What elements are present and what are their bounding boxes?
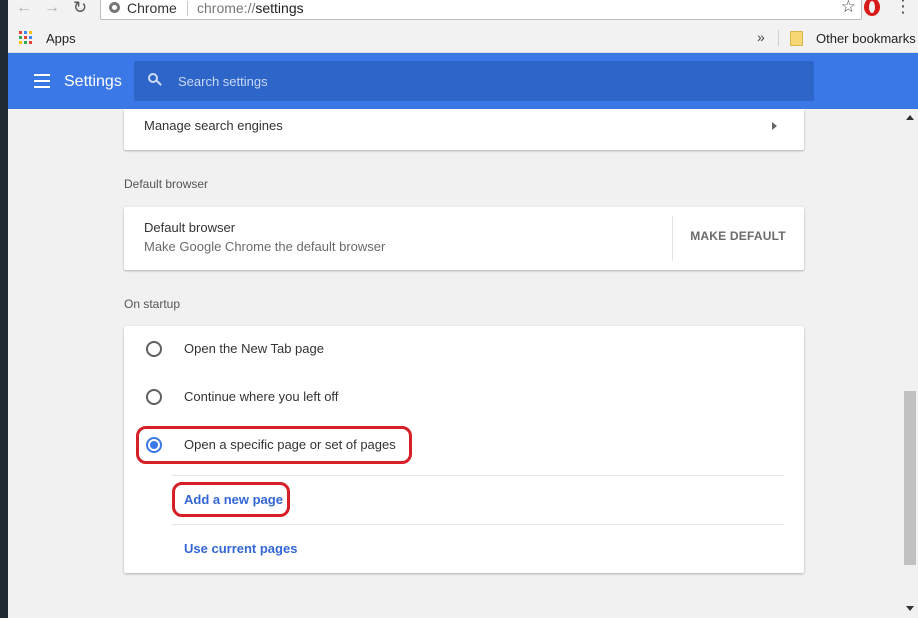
reload-icon[interactable]: ↻	[70, 0, 90, 18]
address-url[interactable]: chrome://settings	[197, 0, 304, 16]
browser-window: ← → ↻ Chrome chrome://settings ☆ ⋮ Apps …	[8, 0, 918, 618]
chrome-page-icon	[109, 2, 120, 13]
url-scheme: chrome://	[197, 0, 256, 16]
page-title: Settings	[64, 73, 122, 90]
hamburger-menu-icon[interactable]	[34, 74, 50, 88]
forward-arrow-icon[interactable]: →	[42, 0, 62, 18]
section-title-on-startup: On startup	[124, 297, 181, 311]
address-separator	[187, 1, 188, 16]
search-engine-card: Manage search engines	[124, 109, 804, 150]
browser-toolbar: ← → ↻ Chrome chrome://settings ☆ ⋮	[8, 0, 918, 22]
section-title-default-browser: Default browser	[124, 177, 209, 191]
divider	[172, 524, 784, 525]
more-menu-icon[interactable]: ⋮	[894, 0, 912, 15]
back-arrow-icon[interactable]: ←	[14, 0, 34, 18]
folder-icon	[790, 31, 803, 46]
search-box[interactable]	[134, 61, 814, 101]
radio-button[interactable]	[146, 389, 162, 405]
address-bar[interactable]: Chrome chrome://settings ☆	[100, 0, 862, 20]
url-path: settings	[255, 0, 304, 16]
startup-option-label: Open the New Tab page	[184, 341, 324, 356]
radio-button[interactable]	[146, 341, 162, 357]
scrollbar[interactable]	[903, 109, 918, 618]
bookmark-other-bookmarks[interactable]: Other bookmarks	[816, 31, 916, 46]
opera-extension-icon[interactable]	[864, 0, 880, 16]
manage-search-engines-row[interactable]: Manage search engines	[124, 109, 804, 150]
startup-option-continue[interactable]: Continue where you left off	[124, 380, 804, 420]
divider	[172, 475, 784, 476]
scroll-up-arrow-icon[interactable]	[906, 115, 914, 120]
vertical-divider	[672, 216, 673, 261]
bookmarks-bar: Apps » Other bookmarks	[8, 22, 918, 53]
bookmark-apps[interactable]: Apps	[46, 31, 76, 46]
manage-search-engines-label: Manage search engines	[144, 118, 283, 133]
settings-header: Settings	[8, 53, 918, 109]
desktop-edge	[0, 0, 8, 618]
address-chip: Chrome	[127, 0, 177, 16]
use-current-pages-link[interactable]: Use current pages	[184, 541, 297, 556]
startup-option-new-tab[interactable]: Open the New Tab page	[124, 332, 804, 372]
annotation-highlight-specific-pages	[136, 426, 412, 464]
default-browser-title: Default browser	[144, 220, 236, 235]
apps-grid-icon[interactable]	[19, 31, 33, 45]
make-default-button[interactable]: MAKE DEFAULT	[682, 229, 794, 243]
arrow-right-icon	[772, 122, 777, 130]
settings-content: Manage search engines Default browser De…	[8, 109, 903, 618]
scroll-down-arrow-icon[interactable]	[906, 606, 914, 611]
bookmark-star-icon[interactable]: ☆	[841, 0, 856, 17]
bookmarks-overflow-icon[interactable]: »	[757, 29, 765, 45]
scrollbar-thumb[interactable]	[904, 391, 916, 565]
startup-option-label: Continue where you left off	[184, 389, 339, 404]
annotation-highlight-add-new-page	[172, 482, 290, 517]
bookmarks-separator	[778, 30, 779, 46]
search-icon	[148, 73, 162, 86]
default-browser-subtitle: Make Google Chrome the default browser	[144, 239, 386, 254]
search-input[interactable]	[178, 71, 778, 91]
default-browser-card: Default browser Make Google Chrome the d…	[124, 207, 804, 270]
